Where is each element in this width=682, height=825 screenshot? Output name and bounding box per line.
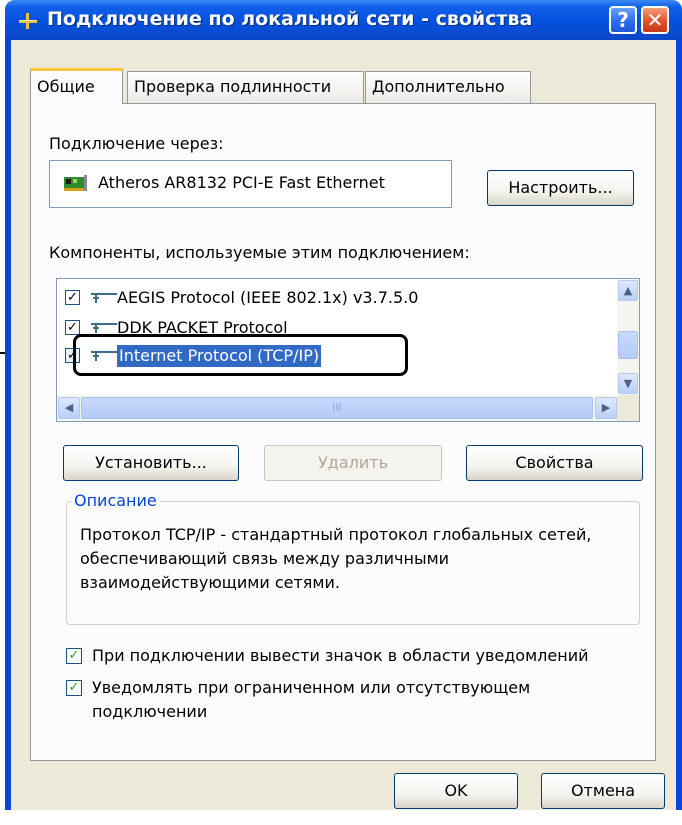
- option-checkbox[interactable]: ✓: [66, 680, 82, 696]
- network-connection-icon: [19, 13, 37, 29]
- ok-button[interactable]: OK: [394, 773, 518, 809]
- properties-button[interactable]: Свойства: [466, 445, 643, 481]
- component-checkbox[interactable]: ✓: [65, 290, 80, 305]
- dialog-client-area: Общие Проверка подлинности Дополнительно…: [11, 40, 676, 810]
- description-legend: Описание: [71, 491, 160, 510]
- option-checkbox[interactable]: ✓: [66, 648, 82, 664]
- component-checkbox[interactable]: ✓: [65, 320, 80, 335]
- vertical-scrollbar[interactable]: ▲ ▼: [617, 279, 639, 395]
- tab-advanced[interactable]: Дополнительно: [365, 71, 531, 103]
- help-button[interactable]: ?: [609, 6, 637, 34]
- tab-general[interactable]: Общие: [30, 68, 123, 104]
- cancel-button[interactable]: Отмена: [541, 773, 665, 809]
- title-bar[interactable]: Подключение по локальной сети - свойства…: [5, 0, 682, 40]
- component-label: AEGIS Protocol (IEEE 802.1x) v3.7.5.0: [117, 288, 419, 307]
- scroll-down-arrow-icon[interactable]: ▼: [618, 373, 638, 394]
- adapter-box: Atheros AR8132 PCI-E Fast Ethernet: [49, 160, 452, 208]
- close-button[interactable]: ✕: [641, 6, 669, 34]
- description-text: Протокол TCP/IP - стандартный протокол г…: [80, 525, 592, 592]
- horizontal-scroll-thumb[interactable]: III: [81, 397, 593, 419]
- configure-button[interactable]: Настроить...: [487, 170, 634, 206]
- components-label: Компоненты, используемые этим подключени…: [49, 243, 470, 262]
- install-button[interactable]: Установить...: [63, 445, 239, 481]
- list-item[interactable]: ✓ AEGIS Protocol (IEEE 802.1x) v3.7.5.0: [65, 287, 605, 311]
- scroll-right-arrow-icon[interactable]: ▶: [595, 397, 617, 419]
- properties-window: Подключение по локальной сети - свойства…: [5, 0, 682, 810]
- scroll-left-arrow-icon[interactable]: ◀: [58, 397, 80, 419]
- window-title: Подключение по локальной сети - свойства: [47, 8, 533, 30]
- tab-authentication[interactable]: Проверка подлинности: [127, 71, 364, 103]
- horizontal-scrollbar[interactable]: ◀ III ▶: [57, 395, 619, 421]
- adapter-name: Atheros AR8132 PCI-E Fast Ethernet: [98, 173, 385, 192]
- option-label: При подключении вывести значок в области…: [92, 646, 589, 665]
- scroll-up-arrow-icon[interactable]: ▲: [618, 280, 638, 301]
- protocol-icon: [91, 323, 117, 333]
- protocol-icon: [91, 293, 117, 303]
- scroll-corner: [617, 395, 639, 421]
- vertical-scroll-thumb[interactable]: [618, 331, 638, 359]
- remove-button[interactable]: Удалить: [264, 445, 442, 481]
- network-card-icon: [64, 175, 87, 191]
- option-label: Уведомлять при ограниченном или отсутств…: [92, 678, 531, 721]
- callout-highlight-box: [73, 334, 408, 376]
- connect-via-label: Подключение через:: [49, 134, 224, 153]
